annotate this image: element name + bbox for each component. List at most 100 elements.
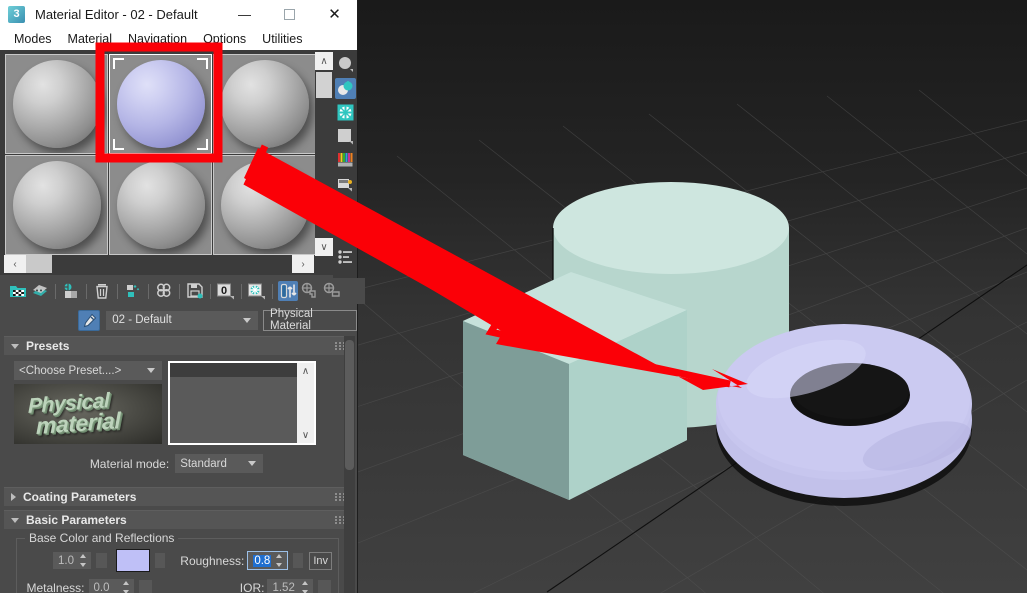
backlight-icon[interactable] — [334, 78, 356, 99]
close-button[interactable]: ✕ — [312, 0, 357, 28]
options-checker-icon[interactable] — [335, 198, 356, 219]
preset-list-box[interactable]: ∧ ∨ — [168, 361, 316, 445]
rollout-presets: Presets <Choose Preset....> Physical mat… — [4, 336, 349, 481]
sample-type-sphere-icon[interactable] — [335, 54, 356, 75]
menu-navigation[interactable]: Navigation — [120, 30, 195, 48]
menu-modes[interactable]: Modes — [6, 30, 60, 48]
roughness-spinner[interactable]: 0.8 — [247, 551, 288, 570]
slots-hscroll-thumb[interactable] — [26, 255, 52, 273]
background-checker-icon[interactable] — [335, 102, 356, 123]
menu-options[interactable]: Options — [195, 30, 254, 48]
rollouts-panel: Presets <Choose Preset....> Physical mat… — [0, 336, 357, 593]
material-name-row: 02 - Default Physical Material — [0, 306, 357, 334]
eyedropper-icon[interactable] — [78, 309, 101, 331]
rollouts-scrollbar[interactable] — [344, 336, 355, 593]
show-shaded-material-in-viewport-icon[interactable] — [247, 281, 267, 301]
material-mode-value: Standard — [180, 457, 227, 470]
slots-horizontal-scrollbar[interactable]: ‹ › — [4, 255, 314, 273]
make-preview-icon[interactable] — [335, 174, 356, 195]
metalness-spinner[interactable]: 0.0 — [88, 579, 135, 593]
sample-slot-6[interactable] — [213, 155, 316, 255]
presets-header[interactable]: Presets — [4, 336, 349, 355]
base-color-map-button[interactable] — [153, 552, 167, 569]
slots-vscroll-thumb[interactable] — [316, 72, 332, 98]
menu-utilities[interactable]: Utilities — [254, 30, 310, 48]
spinner-arrows-icon[interactable] — [123, 581, 130, 593]
chevron-down-icon — [147, 368, 155, 373]
maximize-icon — [284, 8, 295, 20]
ior-label: IOR: — [239, 580, 265, 593]
sample-uv-tiling-icon[interactable] — [335, 126, 356, 147]
presets-body: <Choose Preset....> Physical material ∧ … — [4, 355, 349, 481]
viewport-3d[interactable] — [357, 0, 1027, 593]
material-name-value: 02 - Default — [112, 314, 172, 326]
preset-list-scrollbar[interactable]: ∧ ∨ — [297, 363, 314, 443]
ior-spinner[interactable]: 1.52 — [267, 579, 314, 593]
toolbar-separator — [86, 283, 87, 299]
coating-title: Coating Parameters — [23, 490, 137, 504]
preset-list-scroll-up[interactable]: ∧ — [297, 363, 314, 379]
material-id-channel-icon[interactable] — [335, 246, 356, 267]
max3-icon: 3 — [8, 5, 25, 23]
slots-vertical-scrollbar[interactable]: ∧ ∨ — [315, 52, 333, 256]
reset-map-material-icon[interactable] — [123, 281, 143, 301]
base-weight-value: 1.0 — [58, 554, 74, 567]
preset-thumbnail: Physical material — [14, 384, 162, 444]
screen: 3 Material Editor - 02 - Default — ✕ Mod… — [0, 0, 1027, 593]
sample-slot-5[interactable] — [109, 155, 212, 255]
roughness-map-button[interactable] — [291, 552, 305, 569]
put-to-library-icon[interactable] — [185, 281, 205, 301]
metalness-row: Metalness: 0.0 IOR: 1.52 — [23, 579, 332, 593]
base-color-swatch[interactable] — [115, 549, 150, 572]
select-by-material-icon[interactable] — [335, 222, 356, 243]
roughness-value: 0.8 — [253, 554, 272, 567]
base-weight-spinner[interactable]: 1.0 — [53, 552, 92, 569]
slots-scroll-down-button[interactable]: ∨ — [315, 238, 333, 256]
rollout-basic-parameters: Basic Parameters Base Color and Reflecti… — [4, 510, 349, 593]
assign-material-to-selection-icon[interactable] — [61, 281, 81, 301]
material-mode-combo[interactable]: Standard — [175, 454, 264, 473]
spinner-arrows-icon[interactable] — [275, 554, 283, 567]
sample-slot-3[interactable] — [213, 54, 316, 154]
preset-list-scroll-down[interactable]: ∨ — [297, 427, 314, 443]
slots-vscroll-track[interactable] — [315, 70, 333, 238]
maximize-button[interactable] — [267, 0, 312, 28]
toolbar-separator — [179, 283, 180, 299]
ior-map-button[interactable] — [317, 579, 332, 593]
go-forward-to-sibling-icon[interactable] — [322, 281, 342, 301]
make-material-copy-icon[interactable] — [154, 281, 174, 301]
material-name-combo[interactable]: 02 - Default — [106, 310, 259, 330]
show-end-result-icon[interactable] — [278, 281, 298, 301]
delete-material-icon[interactable] — [92, 281, 112, 301]
sample-slot-4[interactable] — [5, 155, 108, 255]
video-color-check-icon[interactable] — [335, 150, 356, 171]
minimize-button[interactable]: — — [222, 0, 267, 28]
roughness-inv-button[interactable]: Inv — [309, 551, 332, 570]
basic-parameters-header[interactable]: Basic Parameters — [4, 510, 349, 529]
spinner-arrows-icon[interactable] — [302, 581, 309, 593]
material-mode-label: Material mode: — [89, 456, 170, 471]
slot-corner-br — [197, 139, 208, 150]
metalness-map-button[interactable] — [138, 579, 154, 593]
material-type-button[interactable]: Physical Material — [263, 308, 357, 332]
choose-preset-combo[interactable]: <Choose Preset....> — [14, 361, 162, 380]
coating-header[interactable]: Coating Parameters — [4, 487, 349, 506]
preset-list-selected-row[interactable] — [170, 363, 297, 377]
sample-slot-1[interactable] — [5, 54, 108, 154]
put-material-to-scene-icon[interactable] — [30, 281, 50, 301]
menu-material[interactable]: Material — [60, 30, 120, 48]
spinner-arrows-icon[interactable] — [80, 554, 87, 567]
material-effects-channel-icon[interactable]: 0 — [216, 281, 236, 301]
material-mode-row: Material mode: Standard — [4, 454, 349, 473]
base-weight-map-button[interactable] — [95, 552, 108, 569]
get-material-icon[interactable] — [8, 281, 28, 301]
slots-scroll-left-button[interactable]: ‹ — [4, 255, 26, 273]
rollouts-scrollbar-thumb[interactable] — [345, 340, 354, 470]
slots-scroll-up-button[interactable]: ∧ — [315, 52, 333, 70]
slots-scroll-right-button[interactable]: › — [292, 255, 314, 273]
sample-slot-2[interactable] — [109, 54, 212, 154]
base-color-group: Base Color and Reflections 1.0 Roughness… — [16, 531, 339, 593]
chevron-right-icon — [11, 493, 16, 501]
go-to-parent-icon[interactable] — [300, 281, 320, 301]
basic-parameters-body: Base Color and Reflections 1.0 Roughness… — [4, 529, 349, 593]
